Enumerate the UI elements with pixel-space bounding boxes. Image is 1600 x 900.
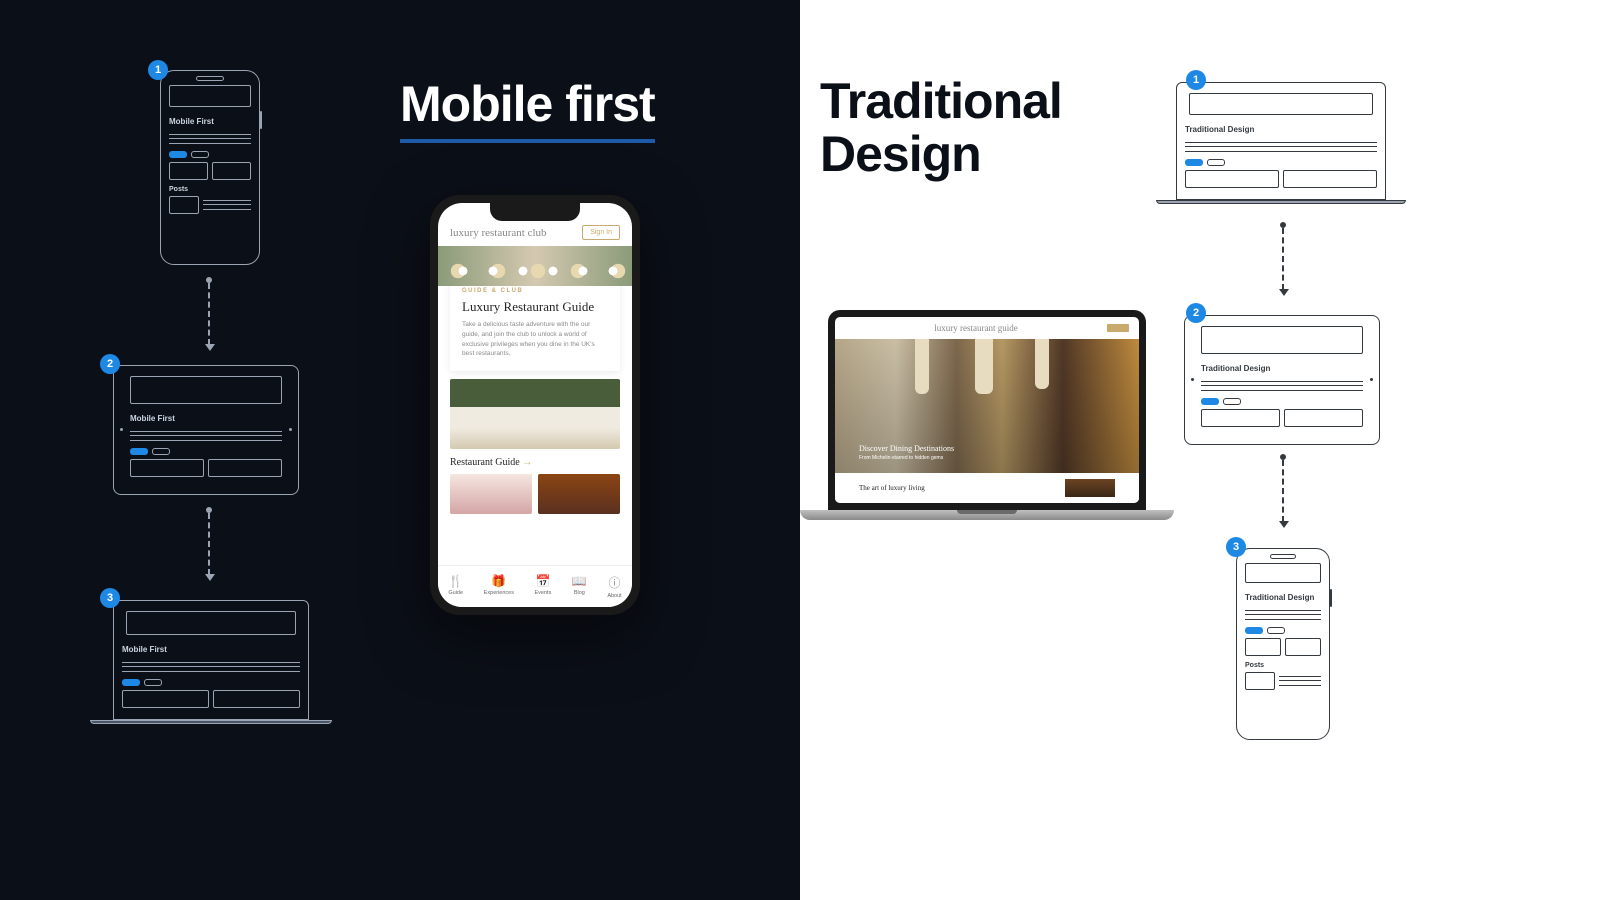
- phone-hero-image: [438, 246, 632, 286]
- wireframe-phone-r: Traditional Design Posts: [1236, 548, 1330, 740]
- hero-subtitle: From Michelin-starred to hidden gems: [859, 455, 1115, 461]
- calendar-icon: 📅: [535, 574, 550, 588]
- wireframe-phone: Mobile First Posts: [160, 70, 260, 265]
- laptop-footer-title: The art of luxury living: [859, 484, 925, 492]
- step-badge-2: 2: [100, 354, 120, 374]
- phone-paragraph: Take a delicious taste adventure with th…: [462, 320, 608, 359]
- mobile-first-heading: Mobile first: [400, 75, 655, 143]
- laptop-thumb-image: [1065, 479, 1115, 497]
- step-badge-1-r: 1: [1186, 70, 1206, 90]
- phone-subtitle: Restaurant Guide →: [438, 457, 632, 474]
- book-icon: 📖: [572, 574, 587, 588]
- step-badge-1: 1: [148, 60, 168, 80]
- phone-title: Luxury Restaurant Guide: [462, 299, 608, 315]
- nav-about[interactable]: ⓘAbout: [607, 574, 621, 599]
- laptop-logo: luxury restaurant guide: [934, 323, 1017, 333]
- traditional-design-heading: TraditionalDesign: [820, 75, 1062, 180]
- thumb-image: [538, 474, 620, 514]
- wireframe-laptop: Mobile First: [113, 600, 309, 720]
- laptop-base-wireframe: [90, 720, 332, 724]
- wireframe-tablet-r: Traditional Design: [1184, 315, 1380, 445]
- wireframe-label: Mobile First: [161, 111, 259, 130]
- laptop-mockup: luxury restaurant guide Discover Dining …: [828, 310, 1146, 510]
- phone-logo: luxury restaurant club: [450, 227, 547, 239]
- mobile-first-panel: Mobile first 1 Mobile First Posts 2 Mobi…: [0, 0, 800, 900]
- wireframe-tablet: Mobile First: [113, 365, 299, 495]
- wireframe-posts-label: Posts: [161, 180, 259, 196]
- step-badge-2-r: 2: [1186, 303, 1206, 323]
- hero-title: Discover Dining Destinations: [859, 444, 1115, 453]
- wireframe-label-laptop: Mobile First: [114, 639, 308, 658]
- fork-knife-icon: 🍴: [448, 574, 463, 588]
- nav-blog[interactable]: 📖Blog: [572, 574, 587, 599]
- wireframe-label-phone-r: Traditional Design: [1237, 587, 1329, 606]
- sign-in-button[interactable]: Sign In: [582, 225, 620, 240]
- arrow-2-3: [208, 513, 210, 575]
- laptop-base: [800, 510, 1174, 520]
- laptop-cta-button[interactable]: [1107, 324, 1129, 332]
- arrow-1-2-r: [1282, 228, 1284, 290]
- phone-mockup: luxury restaurant club Sign In GUIDE & C…: [430, 195, 640, 615]
- nav-experiences[interactable]: 🎁Experiences: [484, 574, 514, 599]
- step-badge-3: 3: [100, 588, 120, 608]
- wireframe-label-tablet: Mobile First: [114, 408, 298, 427]
- nav-events[interactable]: 📅Events: [535, 574, 552, 599]
- wireframe-label-r: Traditional Design: [1177, 119, 1385, 138]
- wireframe-posts-label-r: Posts: [1237, 656, 1329, 672]
- arrow-2-3-r: [1282, 460, 1284, 522]
- step-badge-3-r: 3: [1226, 537, 1246, 557]
- phone-restaurant-image: [450, 379, 620, 449]
- arrow-1-2: [208, 283, 210, 345]
- wireframe-label-tablet-r: Traditional Design: [1185, 358, 1379, 377]
- nav-guide[interactable]: 🍴Guide: [448, 574, 463, 599]
- gift-icon: 🎁: [491, 574, 506, 588]
- traditional-design-panel: TraditionalDesign luxury restaurant guid…: [800, 0, 1600, 900]
- wireframe-laptop-r: Traditional Design: [1176, 82, 1386, 200]
- heading-text: Mobile first: [400, 75, 655, 143]
- info-icon: ⓘ: [609, 574, 621, 591]
- phone-tag: GUIDE & CLUB: [462, 288, 608, 294]
- phone-bottom-nav: 🍴Guide 🎁Experiences 📅Events 📖Blog ⓘAbout: [438, 565, 632, 607]
- thumb-image: [450, 474, 532, 514]
- laptop-base-wireframe-r: [1156, 200, 1406, 204]
- laptop-hero-image: Discover Dining Destinations From Michel…: [835, 339, 1139, 473]
